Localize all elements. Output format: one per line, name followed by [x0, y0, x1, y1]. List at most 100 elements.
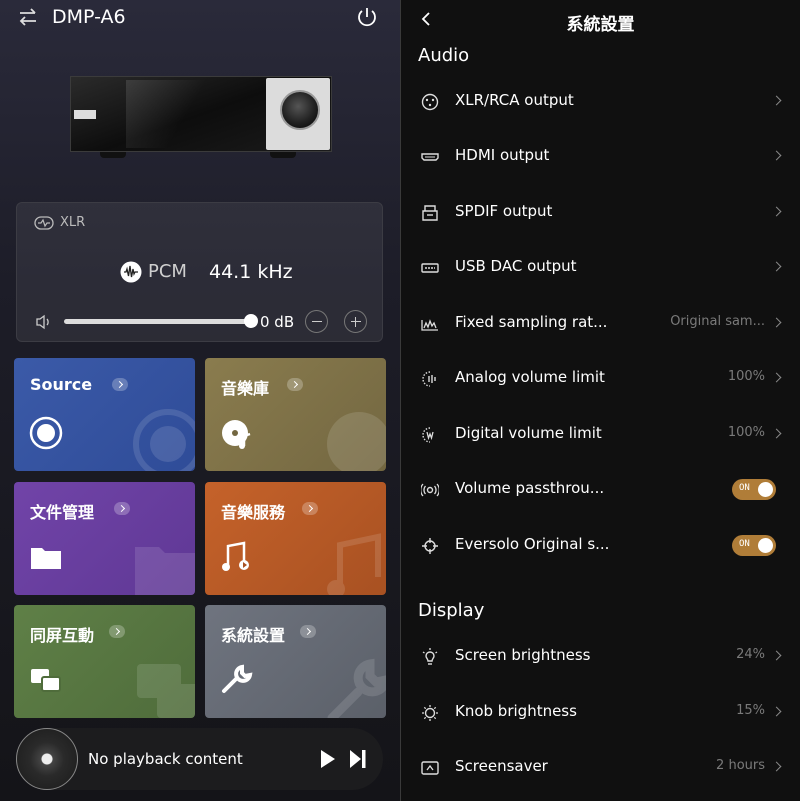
chevron-right-icon	[300, 625, 316, 638]
volume-up-button[interactable]	[344, 310, 367, 333]
tile-label: 音樂庫	[221, 379, 270, 398]
xlr-output-icon	[34, 216, 54, 230]
row-label: USB DAC output	[455, 257, 577, 275]
playback-info-card: XLR PCM 44.1 kHz 0 dB	[16, 202, 383, 342]
music-note-icon	[220, 540, 254, 574]
power-icon[interactable]	[355, 5, 379, 29]
tile-services[interactable]: 音樂服務	[205, 482, 386, 595]
row-digital-volume-limit[interactable]: Digital volume limit 100%	[401, 408, 800, 462]
row-hdmi-output[interactable]: HDMI output	[401, 130, 800, 184]
chevron-right-icon	[771, 428, 782, 439]
tile-source[interactable]: Source	[14, 358, 195, 471]
row-fixed-sampling-rate[interactable]: Fixed sampling rat... Original sam...	[401, 297, 800, 351]
row-label: Screen brightness	[455, 646, 591, 664]
music-note-icon	[324, 533, 386, 595]
tile-library[interactable]: 音樂庫	[205, 358, 386, 471]
row-label: Knob brightness	[455, 702, 577, 720]
row-label: Volume passthrou...	[455, 479, 605, 497]
disc-music-icon	[220, 416, 254, 450]
speaker-icon[interactable]	[35, 314, 53, 330]
mini-player[interactable]: No playback content	[16, 728, 383, 790]
section-title-display: Display	[418, 600, 485, 621]
row-label: SPDIF output	[455, 202, 553, 220]
folder-icon	[133, 533, 195, 595]
chevron-right-icon	[771, 706, 782, 717]
chevron-right-icon	[771, 95, 782, 106]
switch-device-icon[interactable]	[18, 8, 38, 26]
playback-status: No playback content	[88, 750, 243, 768]
tile-files[interactable]: 文件管理	[14, 482, 195, 595]
chevron-right-icon	[771, 206, 782, 217]
radio-button-icon	[29, 416, 63, 450]
volume-slider-thumb[interactable]	[244, 314, 258, 328]
toggle-state: ON	[739, 483, 750, 493]
play-button[interactable]	[320, 749, 336, 769]
device-name: DMP-A6	[52, 6, 126, 28]
row-spdif-output[interactable]: SPDIF output	[401, 186, 800, 240]
row-analog-volume-limit[interactable]: Analog volume limit 100%	[401, 352, 800, 406]
tile-label: Source	[30, 375, 93, 394]
row-screensaver[interactable]: Screensaver 2 hours	[401, 741, 800, 795]
format-label: PCM	[148, 261, 187, 282]
row-label: Analog volume limit	[455, 368, 605, 386]
wrench-icon	[324, 656, 386, 718]
chevron-right-icon	[771, 761, 782, 772]
screensaver-icon	[421, 759, 439, 777]
tile-label: 系統設置	[221, 626, 286, 645]
volume-down-button[interactable]	[305, 310, 328, 333]
row-label: HDMI output	[455, 146, 550, 164]
volume-knob-image	[280, 90, 320, 130]
row-label: XLR/RCA output	[455, 91, 574, 109]
tile-mirror[interactable]: 同屏互動	[14, 605, 195, 718]
volume-slider[interactable]	[64, 319, 254, 324]
row-label: Digital volume limit	[455, 424, 602, 442]
row-value: 24%	[736, 647, 765, 662]
toggle-state: ON	[739, 539, 750, 549]
folder-icon	[29, 540, 63, 574]
chevron-right-icon	[112, 378, 128, 391]
passthrough-icon	[421, 481, 439, 499]
sun-small-icon	[421, 704, 439, 722]
row-value: 15%	[736, 703, 765, 718]
eversolo-icon	[421, 537, 439, 555]
disc-music-icon	[324, 409, 386, 471]
output-label: XLR	[60, 215, 86, 230]
home-panel: DMP-A6 XLR PCM 44.1 kHz 0 dB Source 音樂庫 …	[0, 0, 400, 801]
chevron-right-icon	[771, 650, 782, 661]
spdif-icon	[421, 204, 439, 222]
tile-label: 同屏互動	[30, 626, 95, 645]
chevron-right-icon	[287, 378, 303, 391]
eversolo-original-toggle[interactable]: ON	[732, 535, 776, 556]
chevron-right-icon	[109, 625, 125, 638]
next-track-button[interactable]	[349, 749, 367, 769]
chevron-right-icon	[771, 317, 782, 328]
top-bar: DMP-A6	[0, 0, 400, 36]
row-usb-dac-output[interactable]: USB DAC output	[401, 241, 800, 295]
row-value: 100%	[727, 369, 765, 384]
row-volume-passthrough[interactable]: Volume passthrou... ON	[401, 463, 800, 517]
device-logo	[74, 110, 96, 119]
volume-db: 0 dB	[260, 313, 295, 331]
row-screen-brightness[interactable]: Screen brightness 24%	[401, 630, 800, 684]
analog-volume-icon	[421, 370, 439, 388]
section-title-audio: Audio	[418, 45, 470, 66]
sample-rate: 44.1 kHz	[209, 261, 293, 283]
row-value: 2 hours	[716, 758, 765, 773]
xlr-connector-icon	[421, 93, 439, 111]
tile-settings[interactable]: 系統設置	[205, 605, 386, 718]
chevron-right-icon	[771, 372, 782, 383]
wrench-icon	[220, 663, 254, 697]
row-xlr-rca-output[interactable]: XLR/RCA output	[401, 75, 800, 129]
pcm-waveform-icon	[120, 261, 142, 283]
row-knob-brightness[interactable]: Knob brightness 15%	[401, 686, 800, 740]
screen-mirror-icon	[29, 663, 63, 697]
hdmi-icon	[421, 148, 439, 166]
device-image	[70, 76, 332, 160]
row-eversolo-original[interactable]: Eversolo Original s... ON	[401, 519, 800, 573]
passthrough-toggle[interactable]: ON	[732, 479, 776, 500]
screen-mirror-icon	[133, 656, 195, 718]
tile-label: 音樂服務	[221, 503, 286, 522]
radio-button-icon	[133, 409, 195, 471]
chevron-right-icon	[114, 502, 130, 515]
waveform-icon	[421, 315, 439, 333]
